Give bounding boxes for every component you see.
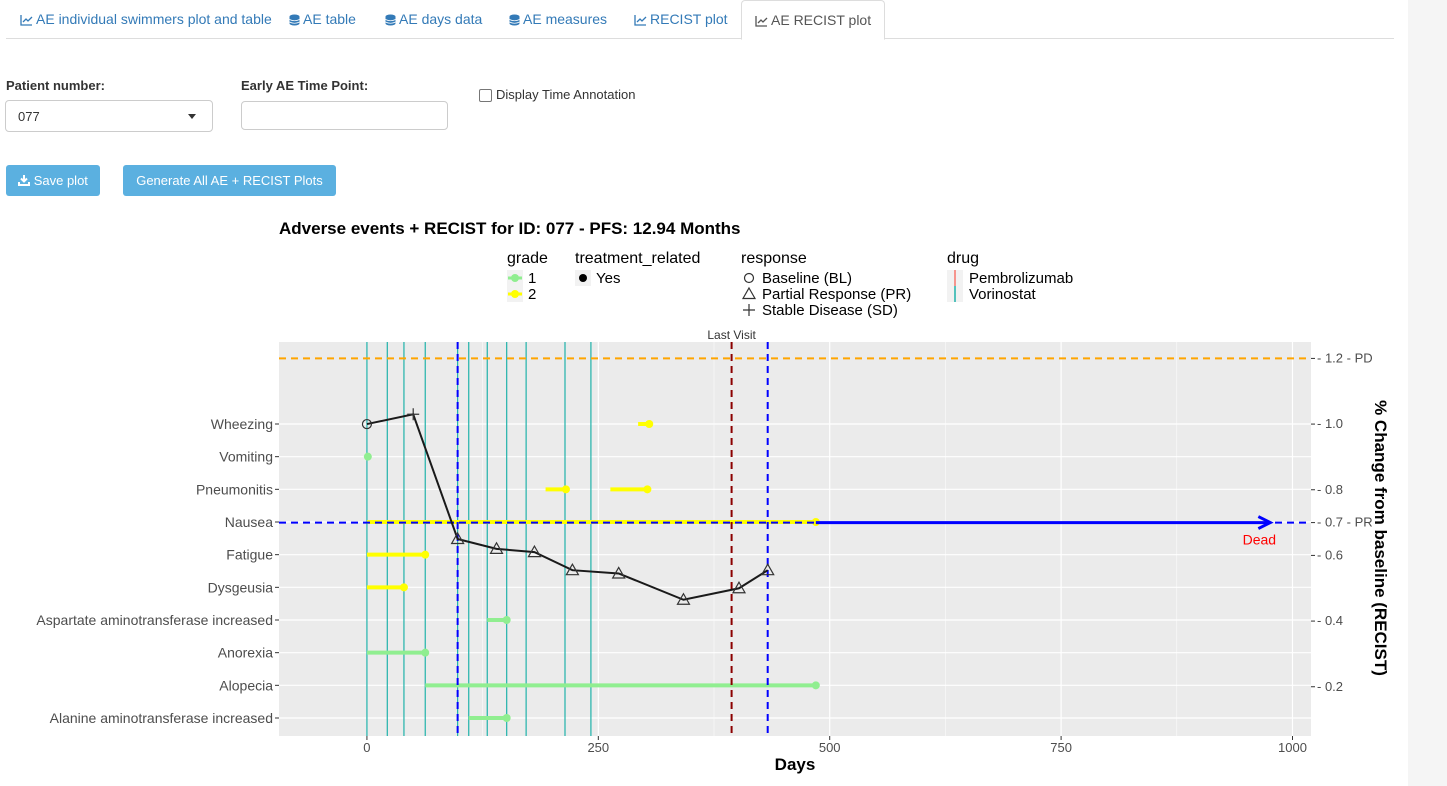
y-right-tick-label: - 0.4 xyxy=(1317,613,1343,628)
ae-category-label: Nausea xyxy=(225,514,273,530)
dead-label: Dead xyxy=(1243,532,1276,548)
ae-recist-chart: Adverse events + RECIST for ID: 077 - PF… xyxy=(36,219,1390,774)
ae-end-point xyxy=(645,420,654,428)
y-axis-right-label: % Change from baseline (RECIST) xyxy=(1371,400,1390,676)
legend-drug-label: Vorinostat xyxy=(969,286,1037,303)
right-scroll-area xyxy=(1408,0,1447,786)
ae-end-point xyxy=(363,452,372,461)
x-axis-label: Days xyxy=(775,755,816,774)
y-right-tick-label: - 0.8 xyxy=(1317,482,1343,497)
ae-end-point xyxy=(502,714,511,722)
ae-category-label: Aspartate aminotransferase increased xyxy=(36,612,273,628)
x-tick-label: 1000 xyxy=(1278,740,1307,755)
legend-treatment-point xyxy=(579,274,587,282)
ae-end-point xyxy=(399,583,408,592)
legend-grade-label: 2 xyxy=(528,286,536,303)
legend-title-drug: drug xyxy=(947,250,979,267)
legend-response-label: Partial Response (PR) xyxy=(762,286,911,303)
legend-title-response: response xyxy=(741,250,807,267)
legend-title-treatment-related: treatment_related xyxy=(575,250,700,267)
y-right-tick-label: - 0.2 xyxy=(1317,679,1343,694)
ae-end-point xyxy=(811,681,820,690)
x-tick-label: 250 xyxy=(587,740,609,755)
legend-grade-point xyxy=(511,274,519,282)
ae-category-label: Fatigue xyxy=(226,547,273,563)
ae-end-point xyxy=(421,550,430,559)
legend-title-grade: grade xyxy=(507,250,548,267)
legend-baseline-symbol xyxy=(743,272,755,284)
ae-end-point xyxy=(561,485,570,494)
legend-grade-label: 1 xyxy=(528,270,536,287)
y-right-tick-label: - 1.2 - PD xyxy=(1317,350,1373,365)
ae-category-label: Alopecia xyxy=(219,677,273,693)
ae-category-label: Vomiting xyxy=(219,449,273,465)
chart-title: Adverse events + RECIST for ID: 077 - PF… xyxy=(279,219,741,238)
legend-drug-label: Pembrolizumab xyxy=(969,270,1073,287)
plot-panel xyxy=(279,342,1311,736)
legend-response-label: Stable Disease (SD) xyxy=(762,302,898,319)
legend-sd-symbol xyxy=(743,304,755,316)
x-tick-label: 0 xyxy=(363,740,370,755)
y-right-tick-label: - 0.6 xyxy=(1317,547,1343,562)
ae-end-point xyxy=(421,648,430,657)
legend-pr-symbol xyxy=(741,286,757,300)
chart-legend: grade 12 treatment_related Yes response Basel… xyxy=(507,250,1073,319)
ae-end-point xyxy=(643,485,652,494)
last-visit-label: Last Visit xyxy=(707,328,756,342)
ae-end-point xyxy=(502,616,511,624)
ae-category-label: Dysgeusia xyxy=(208,579,274,595)
ae-category-label: Anorexia xyxy=(218,645,273,661)
x-tick-label: 500 xyxy=(819,740,841,755)
x-tick-label: 750 xyxy=(1050,740,1072,755)
legend-grade-point xyxy=(511,290,519,298)
y-right-tick-label: - 0.7 - PR xyxy=(1317,515,1373,530)
y-right-tick-label: - 1.0 xyxy=(1317,416,1343,431)
legend-treatment-label: Yes xyxy=(596,270,620,287)
ae-category-label: Pneumonitis xyxy=(196,481,273,497)
legend-response-label: Baseline (BL) xyxy=(762,270,852,287)
ae-category-label: Wheezing xyxy=(211,416,273,432)
ae-category-label: Alanine aminotransferase increased xyxy=(50,710,273,726)
